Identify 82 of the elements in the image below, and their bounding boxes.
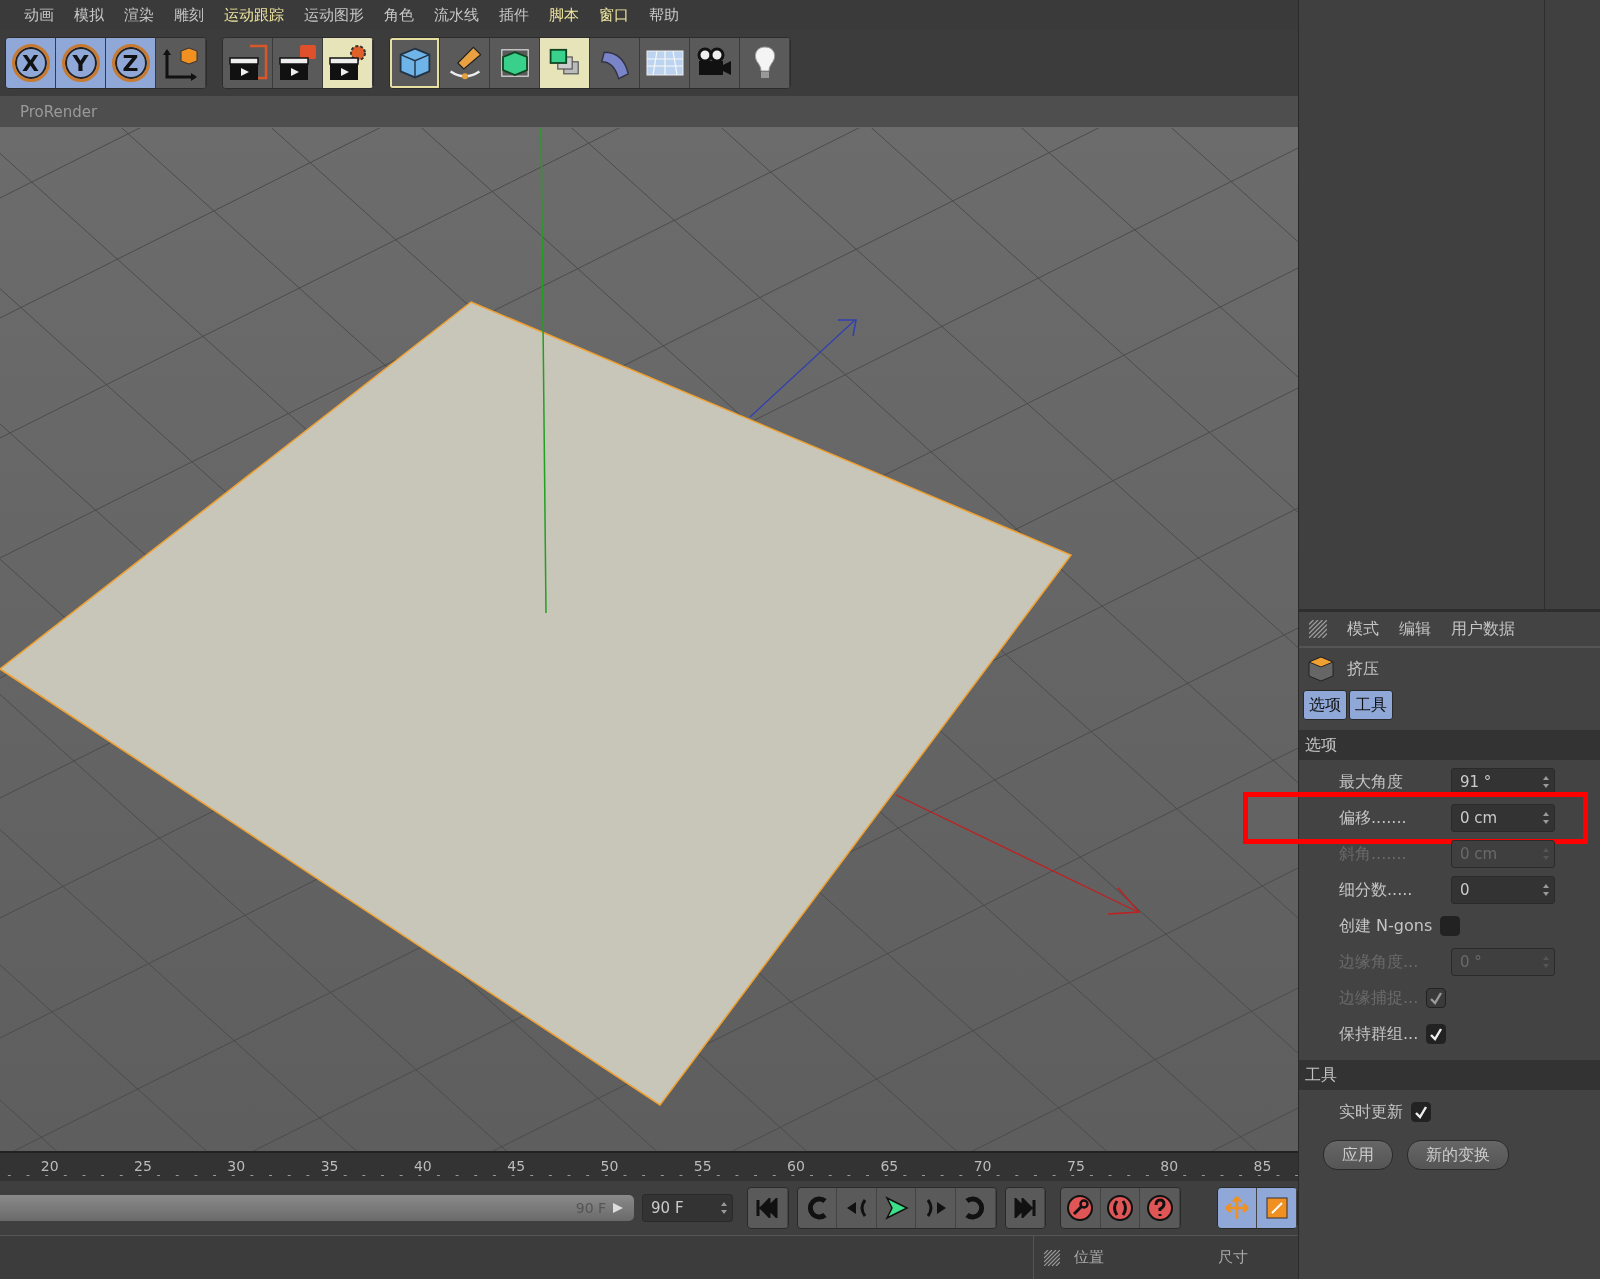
- axis-lock-button[interactable]: Y: [56, 38, 106, 88]
- menu-item[interactable]: 插件: [499, 5, 529, 25]
- menu-item[interactable]: 窗口: [599, 5, 629, 25]
- field-label: 最大角度: [1339, 771, 1404, 793]
- tool-button[interactable]: [490, 38, 540, 88]
- tool-button[interactable]: [690, 38, 740, 88]
- spinner-icon: [1542, 883, 1550, 897]
- spinner-icon: [1542, 775, 1550, 789]
- frame-number: 75: [1066, 1157, 1086, 1174]
- end-frame-field[interactable]: 90 F: [642, 1194, 734, 1222]
- menu-item[interactable]: 运动图形: [304, 5, 364, 25]
- frame-number: 50: [599, 1157, 620, 1174]
- tab[interactable]: 工具: [1349, 690, 1393, 720]
- section-title: 选项: [1305, 734, 1337, 756]
- frame-number: 70: [972, 1157, 993, 1174]
- clapperboard-icon: [277, 44, 318, 82]
- tool-button[interactable]: [390, 38, 440, 88]
- frame-number: 35: [319, 1157, 340, 1174]
- grip-icon: [1044, 1249, 1060, 1266]
- spinner-icon: [1542, 811, 1550, 825]
- clapperboard-icon: [227, 44, 268, 82]
- menu-item[interactable]: 角色: [384, 5, 414, 25]
- clapperboard-icon: [327, 44, 368, 82]
- grip-icon: [1309, 620, 1327, 638]
- action-button[interactable]: 应用: [1323, 1140, 1393, 1170]
- render-button[interactable]: [323, 38, 373, 88]
- first-frame-icon: [755, 1198, 780, 1218]
- render-button[interactable]: [223, 38, 273, 88]
- section-title: 工具: [1305, 1064, 1337, 1086]
- number-field[interactable]: 0: [1451, 876, 1555, 904]
- frame-number: 40: [412, 1157, 433, 1174]
- action-button[interactable]: 新的变换: [1407, 1140, 1509, 1170]
- menu-item[interactable]: 渲染: [124, 5, 154, 25]
- tool-button[interactable]: [540, 38, 590, 88]
- coordinate-system-button[interactable]: [156, 38, 206, 88]
- checkbox[interactable]: [1411, 1102, 1431, 1122]
- field-label: 创建 N-gons: [1339, 915, 1433, 937]
- frame-number: 55: [692, 1157, 713, 1174]
- right-arrow-icon: [612, 1202, 625, 1214]
- frame-number: 80: [1159, 1157, 1180, 1174]
- checkbox[interactable]: [1440, 916, 1461, 936]
- scale-icon: [1263, 1195, 1290, 1221]
- menu-item[interactable]: 帮助: [649, 5, 679, 25]
- last-frame-icon: [1012, 1198, 1037, 1218]
- tab[interactable]: 选项: [1303, 690, 1347, 720]
- field-label: 偏移.......: [1339, 807, 1408, 829]
- number-field[interactable]: 0 cm: [1451, 804, 1555, 832]
- box-icon: [1307, 655, 1335, 683]
- frame-number: 25: [133, 1157, 153, 1174]
- field-label: 实时更新: [1339, 1101, 1403, 1123]
- play-icon: [883, 1195, 910, 1221]
- axis-lock-button[interactable]: Z: [106, 38, 156, 88]
- question-icon: [1145, 1194, 1174, 1222]
- menu-item[interactable]: 用户数据: [1451, 618, 1515, 640]
- axis-lock-button[interactable]: X: [6, 38, 56, 88]
- spinner-icon: [720, 1201, 729, 1215]
- frame-number: 65: [879, 1157, 900, 1174]
- key-icon: [1066, 1194, 1095, 1222]
- frame-number: 45: [506, 1157, 527, 1174]
- frame-number: 60: [786, 1157, 806, 1174]
- tool-button[interactable]: [740, 38, 790, 88]
- object-name: 挤压: [1347, 658, 1379, 680]
- frame-number: 85: [1252, 1157, 1273, 1174]
- menu-item[interactable]: 模式: [1347, 618, 1379, 640]
- field-label: 细分数.....: [1339, 879, 1414, 901]
- menu-item[interactable]: 雕刻: [174, 5, 204, 25]
- frame-number: 20: [39, 1157, 60, 1174]
- floor-grid-icon: [644, 47, 685, 79]
- menu-item[interactable]: 编辑: [1399, 618, 1431, 640]
- render-button[interactable]: [273, 38, 323, 88]
- checkbox[interactable]: [1426, 1024, 1447, 1044]
- menu-item[interactable]: 运动跟踪: [224, 5, 284, 25]
- column-header: 尺寸: [1218, 1248, 1249, 1267]
- renderer-label: ProRender: [20, 102, 98, 121]
- tool-button[interactable]: [440, 38, 490, 88]
- menu-item[interactable]: 流水线: [434, 5, 479, 25]
- column-header: 位置: [1074, 1248, 1105, 1267]
- field-label: 保持群组...: [1339, 1023, 1419, 1045]
- frame-number: 30: [226, 1157, 247, 1174]
- menu-item[interactable]: 模拟: [74, 5, 104, 25]
- menu-item[interactable]: 脚本: [549, 5, 579, 25]
- menu-item[interactable]: 动画: [24, 5, 54, 25]
